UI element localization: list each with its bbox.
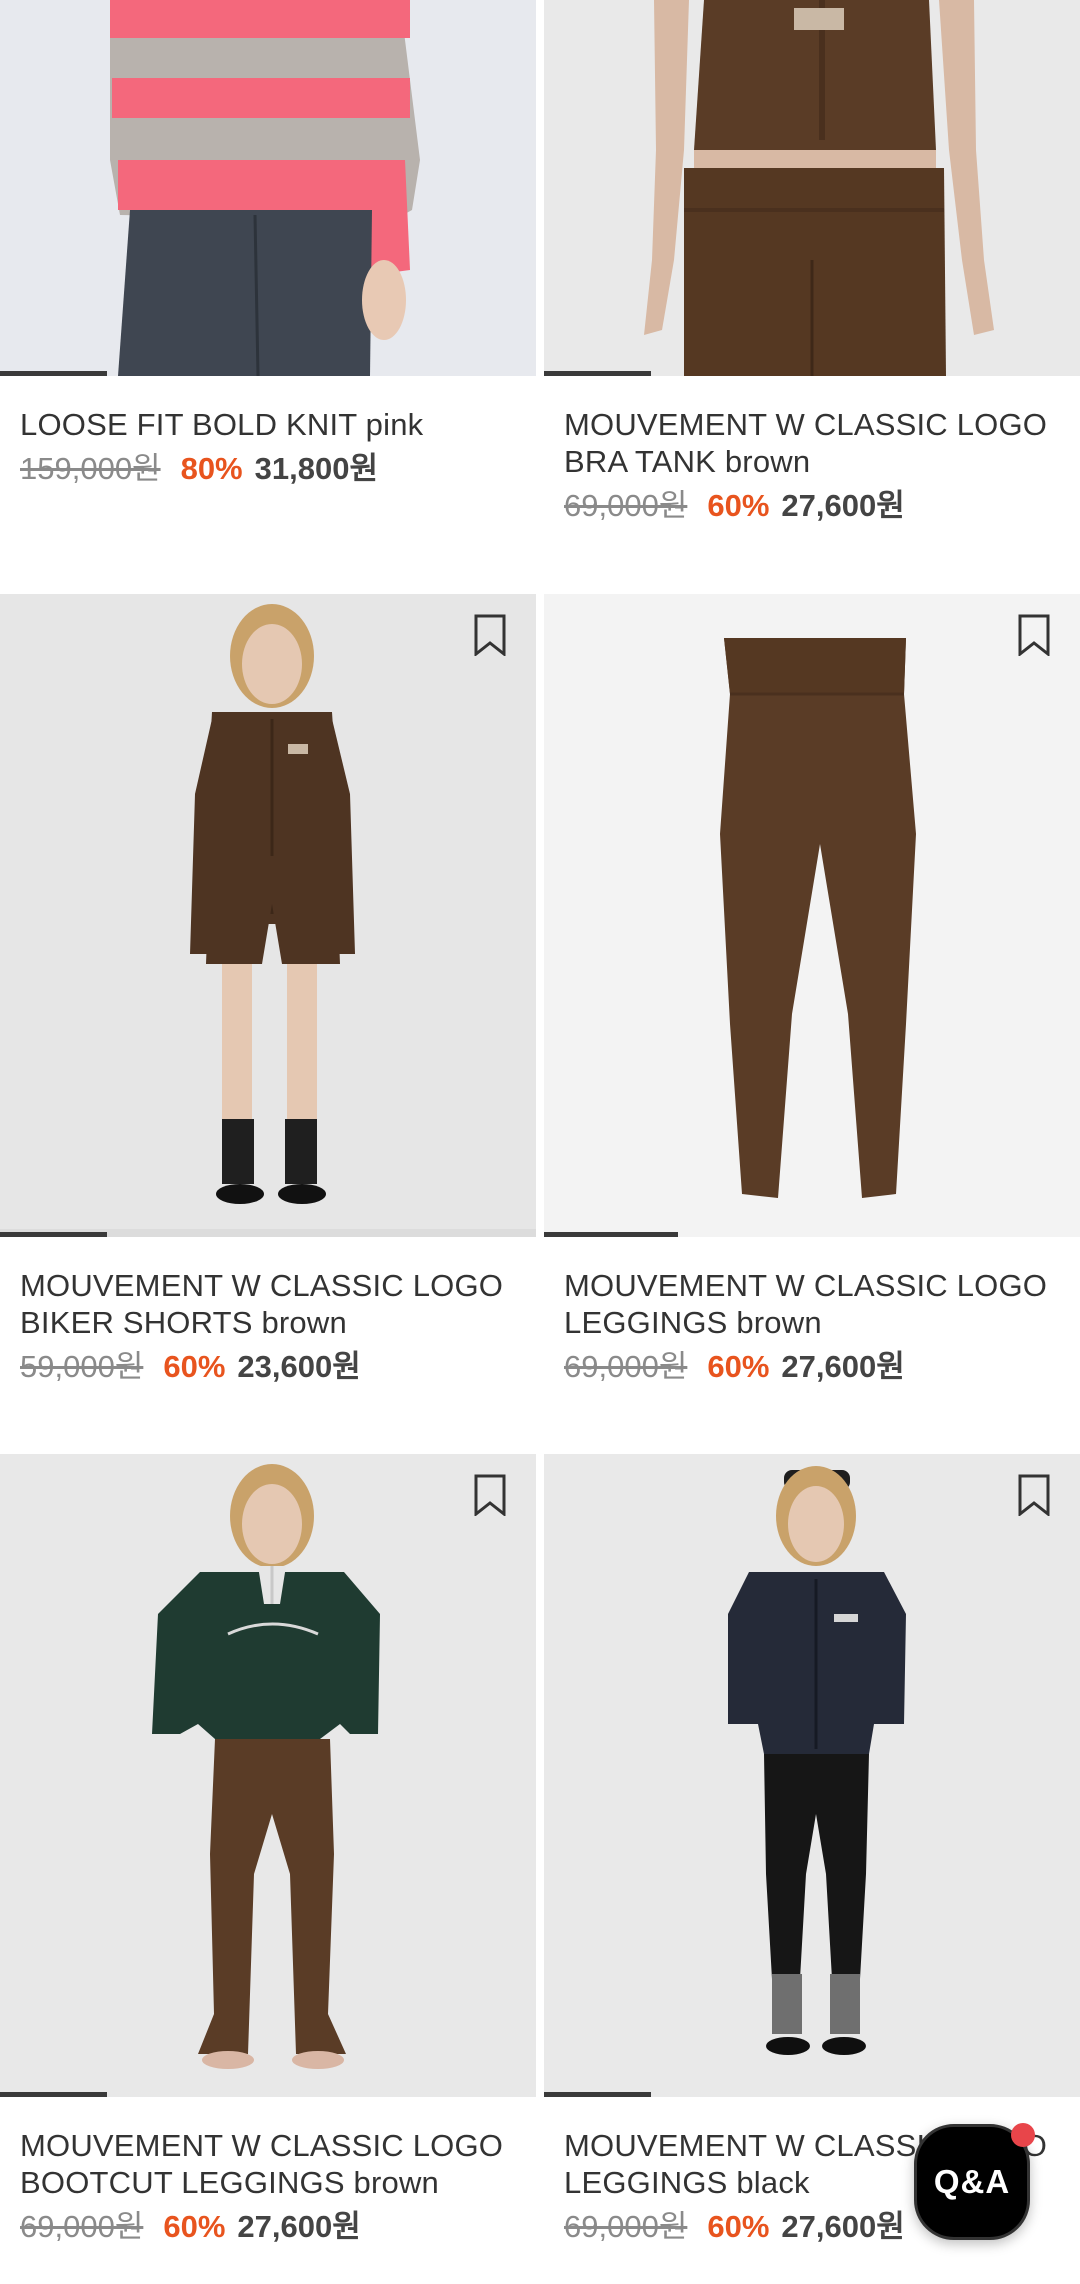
image-slide-progress [544, 2092, 1080, 2097]
image-slide-progress-fill [544, 371, 651, 376]
product-card[interactable]: MOUVEMENT W CLASSIC LOGO BOOTCUT LEGGING… [0, 1454, 536, 2247]
product-name[interactable]: MOUVEMENT W CLASSIC LOGO BOOTCUT LEGGING… [20, 2127, 516, 2201]
product-name[interactable]: MOUVEMENT W CLASSIC LOGO BIKER SHORTS br… [20, 1267, 516, 1341]
discount-rate: 60% [163, 2209, 226, 2244]
original-price: 69,000원 [564, 2209, 688, 2244]
discount-rate: 60% [707, 488, 770, 523]
original-price: 59,000원 [20, 1349, 144, 1384]
product-image[interactable] [0, 0, 536, 376]
product-price: 59,000원 60% 23,600원 [20, 1347, 516, 1387]
product-image[interactable] [544, 0, 1080, 376]
sale-price: 27,600원 [781, 488, 905, 523]
image-slide-progress [544, 1232, 1080, 1237]
image-slide-progress-fill [544, 1232, 678, 1237]
image-slide-progress [544, 371, 1080, 376]
bookmark-icon[interactable] [472, 614, 508, 656]
product-price: 69,000원 60% 27,600원 [564, 486, 1060, 526]
product-price: 69,000원 60% 27,600원 [564, 1347, 1060, 1387]
qa-button-label: Q&A [933, 2163, 1011, 2200]
discount-rate: 60% [707, 2209, 770, 2244]
product-info: LOOSE FIT BOLD KNIT pink 159,000원 80% 31,8… [0, 376, 536, 489]
discount-rate: 60% [163, 1349, 226, 1384]
product-info: MOUVEMENT W CLASSIC LOGO BOOTCUT LEGGING… [0, 2097, 536, 2247]
image-slide-progress-fill [0, 1232, 107, 1237]
image-slide-progress-fill [544, 2092, 651, 2097]
sale-price: 31,800원 [254, 451, 378, 486]
image-slide-progress [0, 2092, 536, 2097]
product-name[interactable]: MOUVEMENT W CLASSIC LOGO BRA TANK brown [564, 406, 1060, 480]
product-name[interactable]: MOUVEMENT W CLASSIC LOGO LEGGINGS brown [564, 1267, 1060, 1341]
sale-price: 27,600원 [781, 2209, 905, 2244]
image-slide-progress [0, 1232, 536, 1237]
image-slide-progress-fill [0, 2092, 107, 2097]
sale-price: 27,600원 [781, 1349, 905, 1384]
image-slide-progress [0, 371, 536, 376]
product-info: MOUVEMENT W CLASSIC LOGO BIKER SHORTS br… [0, 1237, 536, 1387]
product-price: 69,000원 60% 27,600원 [20, 2207, 516, 2247]
product-image[interactable] [544, 1454, 1080, 2097]
product-info: MOUVEMENT W CLASSIC LOGO BRA TANK brown … [544, 376, 1080, 526]
notification-dot [1011, 2123, 1035, 2147]
bookmark-icon[interactable] [1016, 614, 1052, 656]
bookmark-icon[interactable] [472, 1474, 508, 1516]
sale-price: 27,600원 [237, 2209, 361, 2244]
product-price: 159,000원 80% 31,800원 [20, 449, 516, 489]
original-price: 69,000원 [20, 2209, 144, 2244]
qa-floating-button[interactable]: Q&A [914, 2123, 1035, 2240]
original-price: 69,000원 [564, 1349, 688, 1384]
discount-rate: 80% [180, 451, 243, 486]
bookmark-icon[interactable] [1016, 1474, 1052, 1516]
product-image[interactable] [0, 1454, 536, 2097]
discount-rate: 60% [707, 1349, 770, 1384]
product-image[interactable] [544, 594, 1080, 1237]
sale-price: 23,600원 [237, 1349, 361, 1384]
original-price: 69,000원 [564, 488, 688, 523]
product-card[interactable]: MOUVEMENT W CLASSIC LOGO LEGGINGS brown … [544, 594, 1080, 1387]
product-card[interactable]: MOUVEMENT W CLASSIC LOGO BIKER SHORTS br… [0, 594, 536, 1387]
product-info: MOUVEMENT W CLASSIC LOGO LEGGINGS brown … [544, 1237, 1080, 1387]
product-name[interactable]: LOOSE FIT BOLD KNIT pink [20, 406, 516, 443]
product-card[interactable]: LOOSE FIT BOLD KNIT pink 159,000원 80% 31,8… [0, 0, 536, 489]
product-grid-page: LOOSE FIT BOLD KNIT pink 159,000원 80% 31,8… [0, 0, 1080, 2284]
original-price: 159,000원 [20, 451, 161, 486]
product-card[interactable]: MOUVEMENT W CLASSIC LOGO BRA TANK brown … [544, 0, 1080, 526]
image-slide-progress-fill [0, 371, 107, 376]
product-image[interactable] [0, 594, 536, 1237]
